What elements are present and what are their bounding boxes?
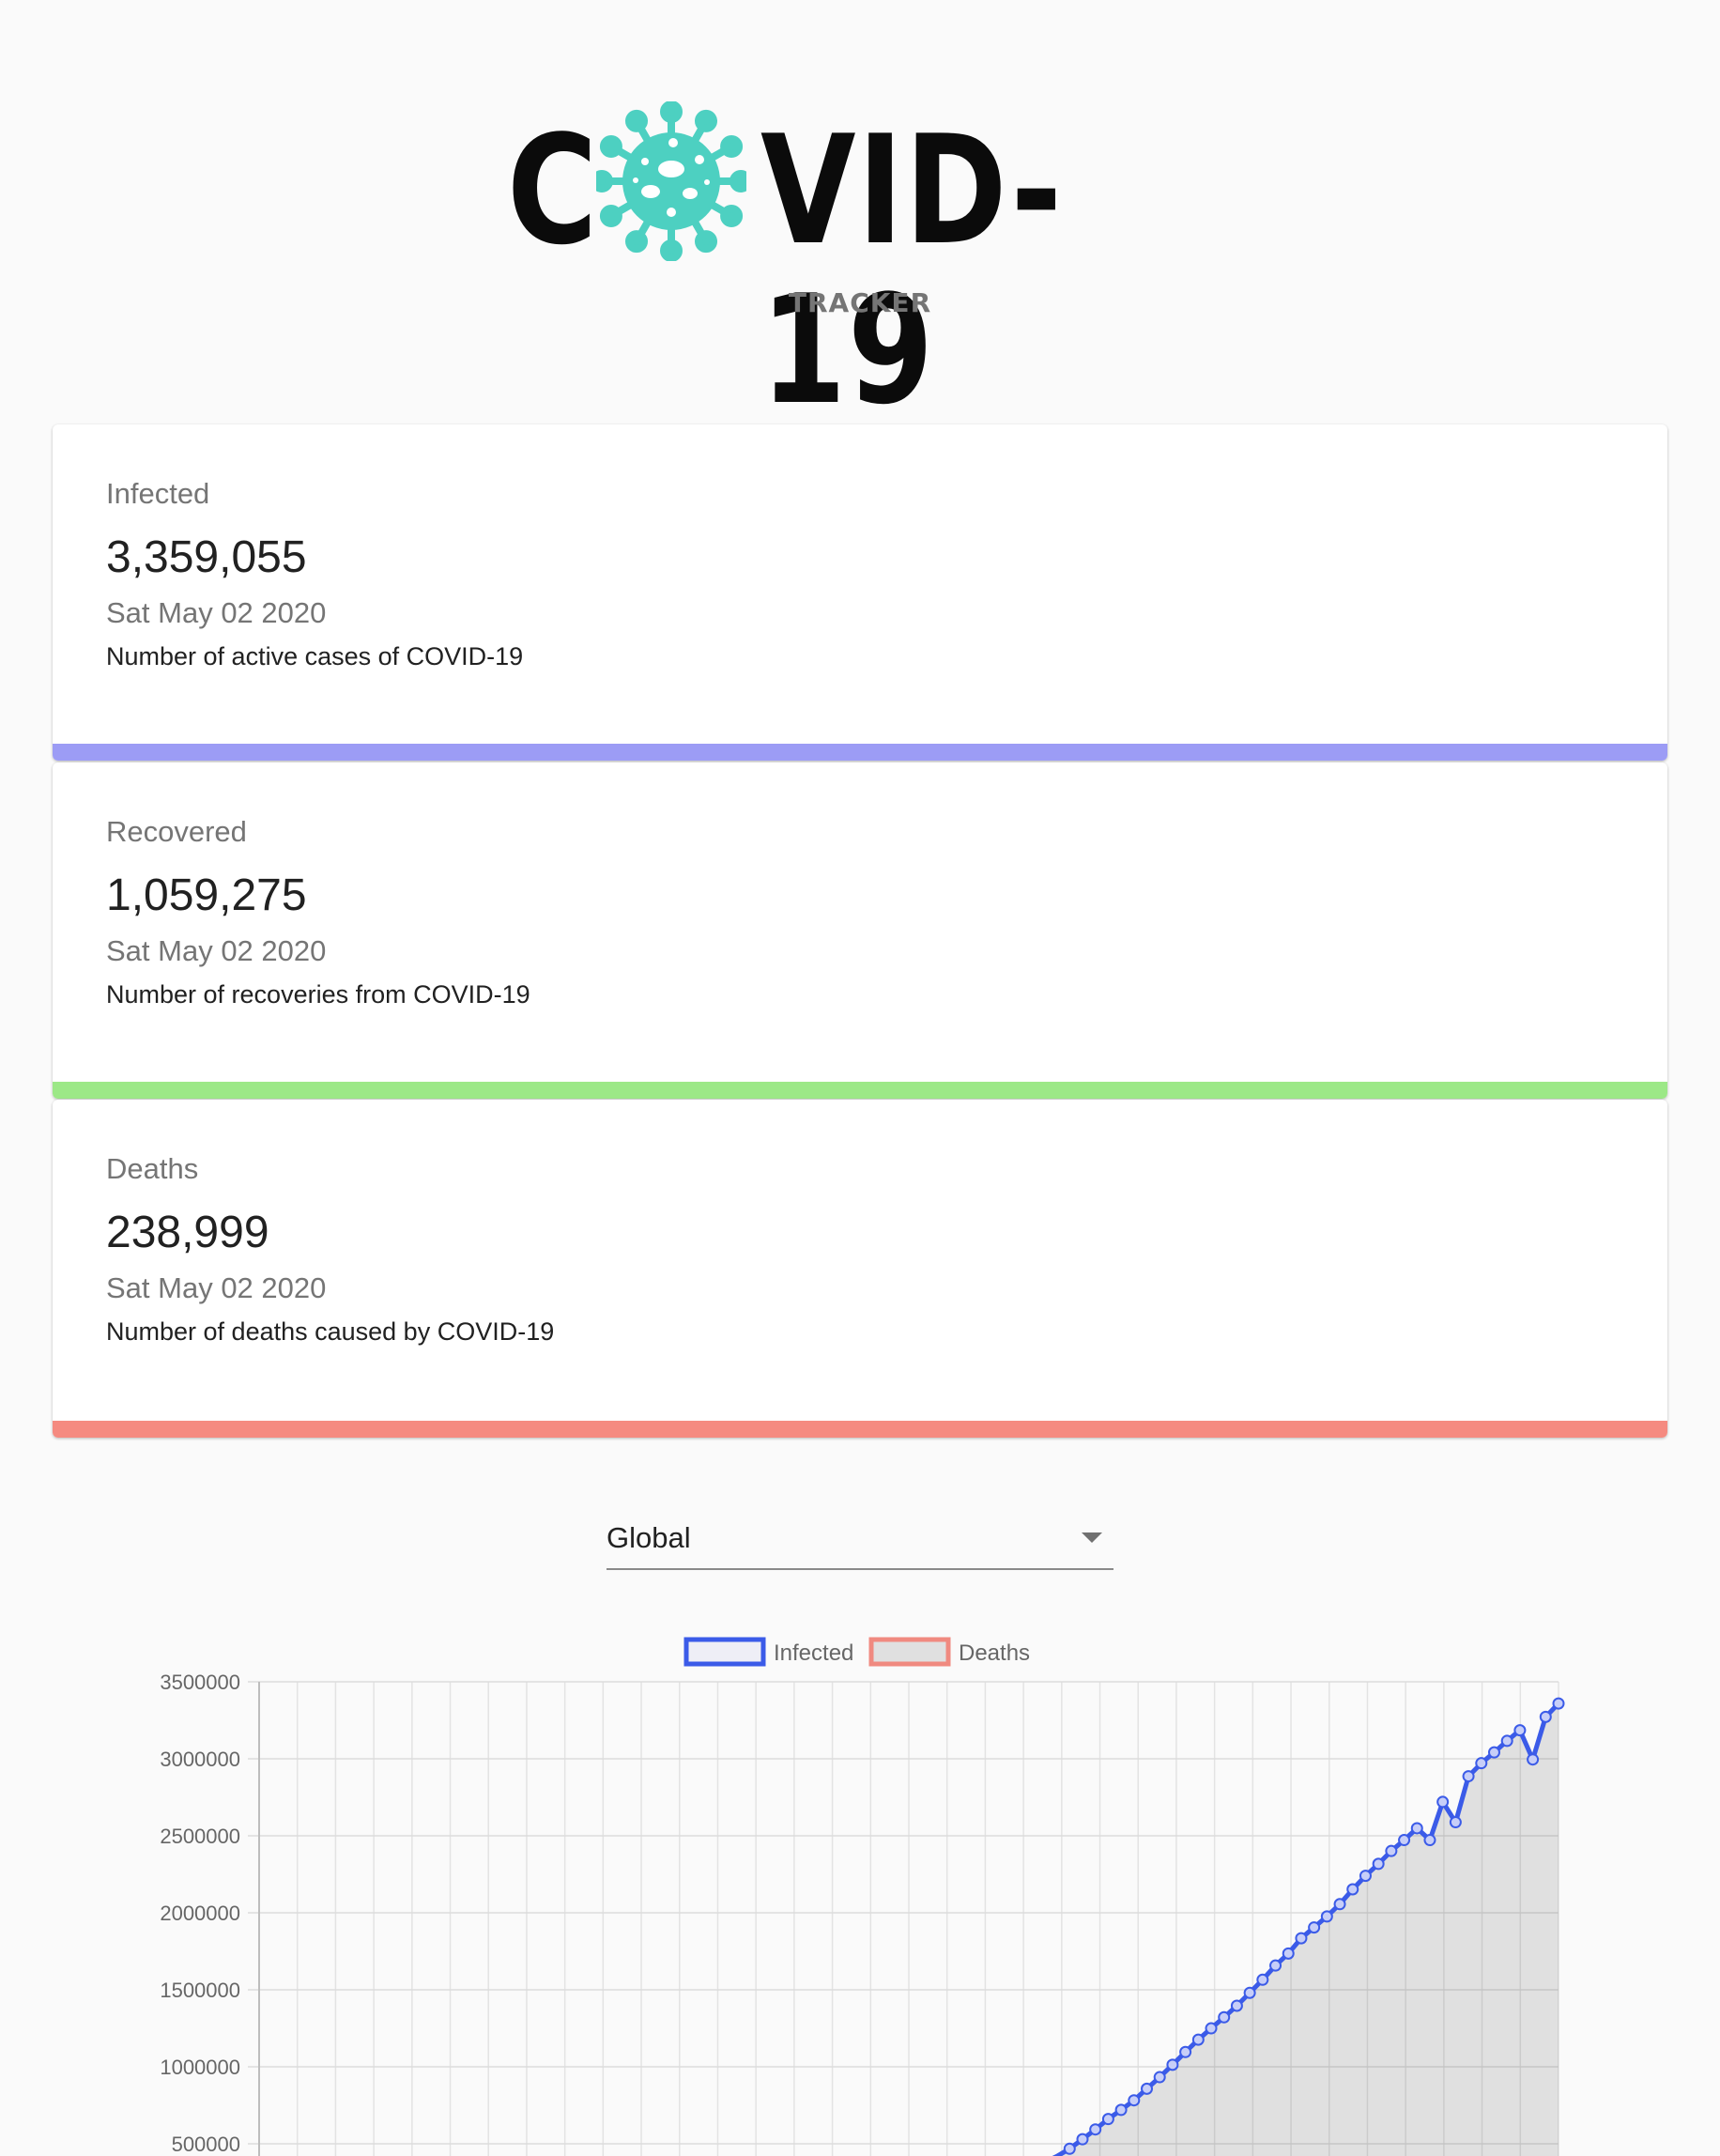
legend-label-infected: Infected <box>774 1640 853 1666</box>
virus-spike-tip <box>660 239 683 261</box>
virus-icon <box>596 101 746 261</box>
infected-point <box>1256 1973 1269 1986</box>
card-description: Number of recoveries from COVID-19 <box>106 980 530 1009</box>
y-tick-label: 3000000 <box>160 1748 240 1771</box>
card-description: Number of deaths caused by COVID-19 <box>106 1317 555 1346</box>
logo-text: VID-19 <box>760 102 1064 438</box>
infected-point <box>1423 1834 1436 1847</box>
card-recovered: Recovered 1,059,275 Sat May 02 2020 Numb… <box>53 762 1667 1099</box>
card-color-strip <box>53 1421 1667 1438</box>
country-select[interactable]: Global <box>607 1512 1113 1570</box>
card-description: Number of active cases of COVID-19 <box>106 642 524 670</box>
infected-point <box>1308 1921 1321 1934</box>
infected-point <box>1153 2071 1166 2084</box>
infected-point <box>1089 2123 1102 2136</box>
virus-spike-tip <box>660 101 683 123</box>
infected-point <box>1166 2058 1179 2071</box>
chart-legend: Infected Deaths <box>683 1637 1030 1667</box>
infected-point <box>1527 1753 1540 1766</box>
virus-spike-tip <box>596 170 613 192</box>
card-value: 238,999 <box>106 1208 269 1257</box>
caret-down-icon <box>1082 1532 1102 1543</box>
virus-spike-tip <box>720 205 744 227</box>
infected-point <box>1372 1857 1385 1871</box>
card-color-strip <box>53 744 1667 761</box>
infected-point <box>1513 1724 1527 1737</box>
legend-label-deaths: Deaths <box>959 1640 1030 1666</box>
y-tick-label: 2000000 <box>160 1902 240 1925</box>
logo-row: C VID-19 <box>507 101 1221 430</box>
card-deaths: Deaths 238,999 Sat May 02 2020 Number of… <box>53 1100 1667 1438</box>
y-tick-label: 1000000 <box>160 2056 240 2079</box>
infected-point <box>1500 1734 1513 1748</box>
card-date: Sat May 02 2020 <box>106 1271 327 1304</box>
infected-point <box>1243 1986 1256 1999</box>
infected-point <box>1436 1795 1450 1809</box>
app-logo: C VID-19 <box>0 101 1720 430</box>
y-tick-label: 1500000 <box>160 1979 240 2002</box>
infected-point <box>1179 2045 1192 2058</box>
infected-point <box>1475 1757 1488 1770</box>
infected-point <box>1141 2082 1154 2095</box>
infected-point <box>1191 2033 1205 2046</box>
app-subtitle: TRACKER <box>788 287 932 318</box>
infected-point <box>1552 1697 1565 1710</box>
infected-point <box>1462 1770 1475 1783</box>
infected-point <box>1218 2010 1231 2024</box>
country-select-value: Global <box>607 1521 691 1554</box>
infected-point <box>1205 2022 1218 2035</box>
legend-swatch-deaths <box>868 1637 951 1667</box>
y-tick-label: 2500000 <box>160 1825 240 1848</box>
card-value: 3,359,055 <box>106 532 307 582</box>
virus-spike-tip <box>695 109 717 132</box>
legend-swatch-infected <box>683 1637 766 1667</box>
y-tick-label: 500000 <box>172 2133 240 2156</box>
card-color-strip <box>53 1082 1667 1099</box>
infected-point <box>1269 1959 1282 1972</box>
card-infected: Infected 3,359,055 Sat May 02 2020 Numbe… <box>53 424 1667 761</box>
infected-point <box>1449 1816 1462 1829</box>
infected-point <box>1320 1910 1333 1923</box>
infected-point <box>1487 1746 1500 1759</box>
card-value: 1,059,275 <box>106 870 307 920</box>
infected-point <box>1333 1898 1346 1911</box>
virus-spike-tip <box>625 230 648 254</box>
infected-point <box>1282 1947 1295 1960</box>
infected-point <box>1230 1999 1243 2012</box>
infected-point <box>1385 1844 1398 1857</box>
virus-spike-tip <box>695 230 717 254</box>
infected-point <box>1295 1932 1308 1945</box>
infected-point <box>1114 2103 1128 2117</box>
virus-spike-tip <box>599 205 622 227</box>
virus-spike-tip <box>599 135 622 158</box>
card-title: Recovered <box>106 815 247 848</box>
virus-spike-tip <box>729 170 746 192</box>
card-date: Sat May 02 2020 <box>106 596 327 629</box>
infected-point <box>1101 2113 1114 2126</box>
chart-y-axis: 3500000 3000000 2500000 2000000 1500000 10000… <box>160 1671 260 2156</box>
infected-point <box>1063 2142 1076 2155</box>
card-title: Infected <box>106 477 210 510</box>
virus-spike-tip <box>625 109 648 132</box>
line-chart: 3500000 3000000 2500000 2000000 1500000 10000… <box>160 1637 1565 2156</box>
infected-point <box>1128 2094 1141 2107</box>
virus-spike-tip <box>720 135 744 158</box>
infected-point <box>1410 1822 1423 1835</box>
infected-point <box>1539 1710 1552 1723</box>
infected-point <box>1398 1834 1411 1847</box>
card-title: Deaths <box>106 1152 199 1185</box>
infected-point <box>1076 2133 1089 2146</box>
infected-point <box>1346 1883 1359 1896</box>
y-tick-label: 3500000 <box>160 1671 240 1694</box>
infected-point <box>1359 1870 1372 1883</box>
logo-letter-c: C <box>507 102 599 278</box>
card-date: Sat May 02 2020 <box>106 934 327 967</box>
